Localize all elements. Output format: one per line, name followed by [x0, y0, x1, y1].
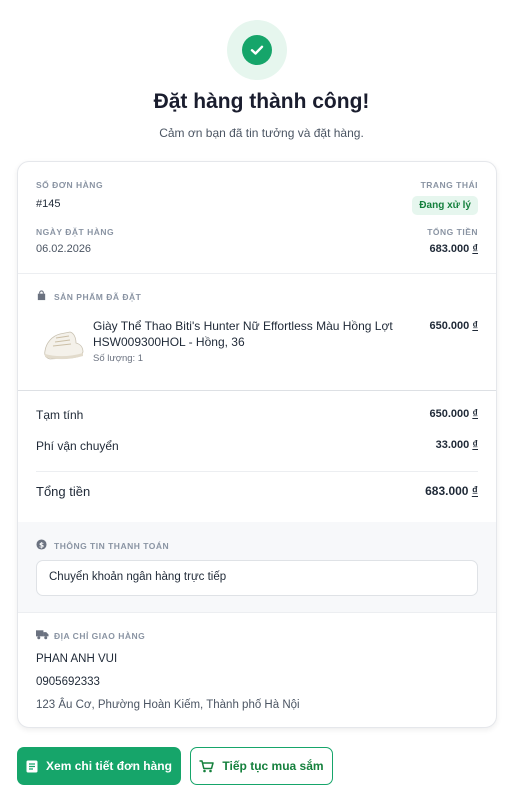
divider [18, 612, 496, 613]
shipping-section-title: ĐỊA CHỈ GIAO HÀNG [54, 631, 146, 641]
continue-shopping-label: Tiếp tục mua sắm [222, 759, 324, 773]
page-subtitle: Cảm ơn bạn đã tin tưởng và đặt hàng. [159, 126, 364, 140]
recipient-phone: 0905692333 [36, 676, 100, 688]
svg-text:$: $ [39, 540, 44, 549]
subtotal-amount: 650.000 [429, 408, 470, 420]
divider [18, 390, 496, 391]
grand-total-label: Tổng tiền [36, 484, 91, 499]
shipping-fee-value: 33.000 ₫ [436, 439, 478, 451]
check-icon [250, 45, 264, 55]
currency-symbol: ₫ [472, 408, 478, 420]
cart-icon [199, 759, 215, 772]
order-card: SỐ ĐƠN HÀNG #145 TRANG THÁI Đang xử lý N… [17, 161, 497, 728]
shipping-fee-label: Phí vận chuyển [36, 439, 119, 453]
products-section-title: SẢN PHẨM ĐÃ ĐẶT [54, 292, 142, 302]
currency-symbol: ₫ [472, 439, 478, 451]
currency-symbol: ₫ [471, 484, 478, 498]
subtotal-value: 650.000 ₫ [430, 408, 478, 420]
product-price: 650.000 ₫ [430, 320, 478, 332]
document-icon [26, 760, 38, 772]
shopping-bag-icon [37, 290, 46, 301]
order-date-label: NGÀY ĐẶT HÀNG [36, 227, 115, 237]
currency-symbol: ₫ [472, 320, 478, 332]
view-order-details-label: Xem chi tiết đơn hàng [46, 759, 172, 773]
page-title: Đặt hàng thành công! [153, 90, 370, 113]
payment-section: $ THÔNG TIN THANH TOÁN Chuyển khoản ngân… [18, 522, 496, 612]
order-date: 06.02.2026 [36, 243, 92, 255]
order-total-amount: 683.000 [429, 243, 470, 255]
success-icon [227, 20, 287, 80]
product-name: Giày Thể Thao Biti's Hunter Nữ Effortles… [93, 319, 393, 349]
shipping-fee-amount: 33.000 [435, 439, 470, 451]
grand-total-value: 683.000 ₫ [425, 484, 478, 498]
product-quantity: Số lượng: 1 [93, 353, 144, 364]
grand-total-amount: 683.000 [425, 484, 469, 498]
dollar-circle-icon: $ [36, 539, 47, 550]
payment-method: Chuyển khoản ngân hàng trực tiếp [36, 560, 478, 596]
product-price-amount: 650.000 [429, 320, 470, 332]
divider [36, 471, 478, 472]
order-total: 683.000 ₫ [430, 243, 478, 255]
payment-section-title: THÔNG TIN THANH TOÁN [54, 541, 170, 551]
divider [18, 273, 496, 274]
view-order-details-button[interactable]: Xem chi tiết đơn hàng [17, 747, 181, 785]
status-label: TRANG THÁI [420, 180, 478, 190]
order-number-label: SỐ ĐƠN HÀNG [36, 180, 104, 190]
recipient-name: PHAN ANH VUI [36, 653, 118, 665]
recipient-address: 123 Âu Cơ, Phường Hoàn Kiếm, Thành phố H… [36, 699, 300, 711]
order-number: #145 [36, 198, 61, 210]
status-badge: Đang xử lý [412, 196, 478, 215]
product-image [44, 331, 84, 360]
subtotal-label: Tạm tính [36, 408, 84, 422]
order-total-label: TỔNG TIỀN [427, 227, 478, 237]
continue-shopping-button[interactable]: Tiếp tục mua sắm [190, 747, 333, 785]
truck-icon [36, 630, 49, 640]
currency-symbol: ₫ [472, 243, 478, 255]
